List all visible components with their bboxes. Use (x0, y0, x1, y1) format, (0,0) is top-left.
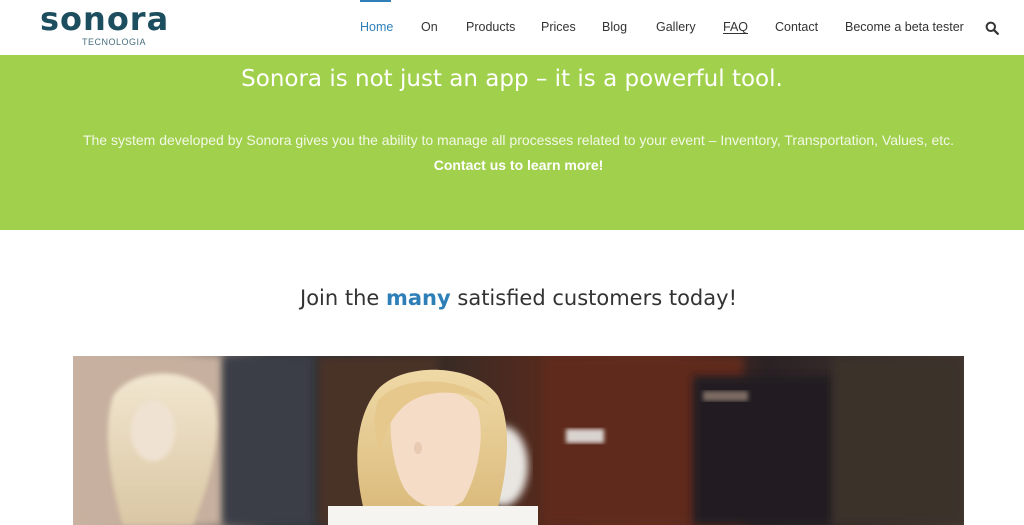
join-heading-before: Join the (300, 286, 386, 310)
nav-active-indicator (360, 0, 391, 2)
nav-item-products[interactable]: Products (466, 20, 515, 34)
nav-item-home[interactable]: Home (360, 20, 393, 34)
nav-item-blog[interactable]: Blog (602, 20, 627, 34)
nav-item-gallery[interactable]: Gallery (656, 20, 696, 34)
sonora-logo[interactable]: sonora TECNOLOGIA (40, 0, 200, 48)
hero-title: Sonora is not just an app – it is a powe… (241, 66, 783, 92)
logo-wordmark: sonora (40, 0, 170, 38)
join-heading-accent: many (386, 286, 451, 310)
nav-item-beta-tester[interactable]: Become a beta tester (845, 20, 964, 34)
photo-illustration (73, 356, 964, 525)
join-heading-after: satisfied customers today! (450, 286, 737, 310)
nav-item-contact[interactable]: Contact (775, 20, 818, 34)
hero-description: The system developed by Sonora gives you… (82, 132, 955, 148)
search-icon[interactable] (985, 20, 999, 35)
nav-item-prices[interactable]: Prices (541, 20, 576, 34)
logo-tagline: TECNOLOGIA (82, 37, 147, 47)
hero-banner: Sonora is not just an app – it is a powe… (0, 55, 1024, 230)
join-heading: Join the many satisfied customers today! (0, 286, 1024, 310)
customer-photo (73, 356, 964, 525)
nav-item-on[interactable]: On (421, 20, 438, 34)
nav-item-faq[interactable]: FAQ (723, 20, 748, 34)
contact-cta-link[interactable]: Contact us to learn more! (0, 157, 1024, 173)
site-header: sonora TECNOLOGIA Home On Products Price… (0, 0, 1024, 55)
